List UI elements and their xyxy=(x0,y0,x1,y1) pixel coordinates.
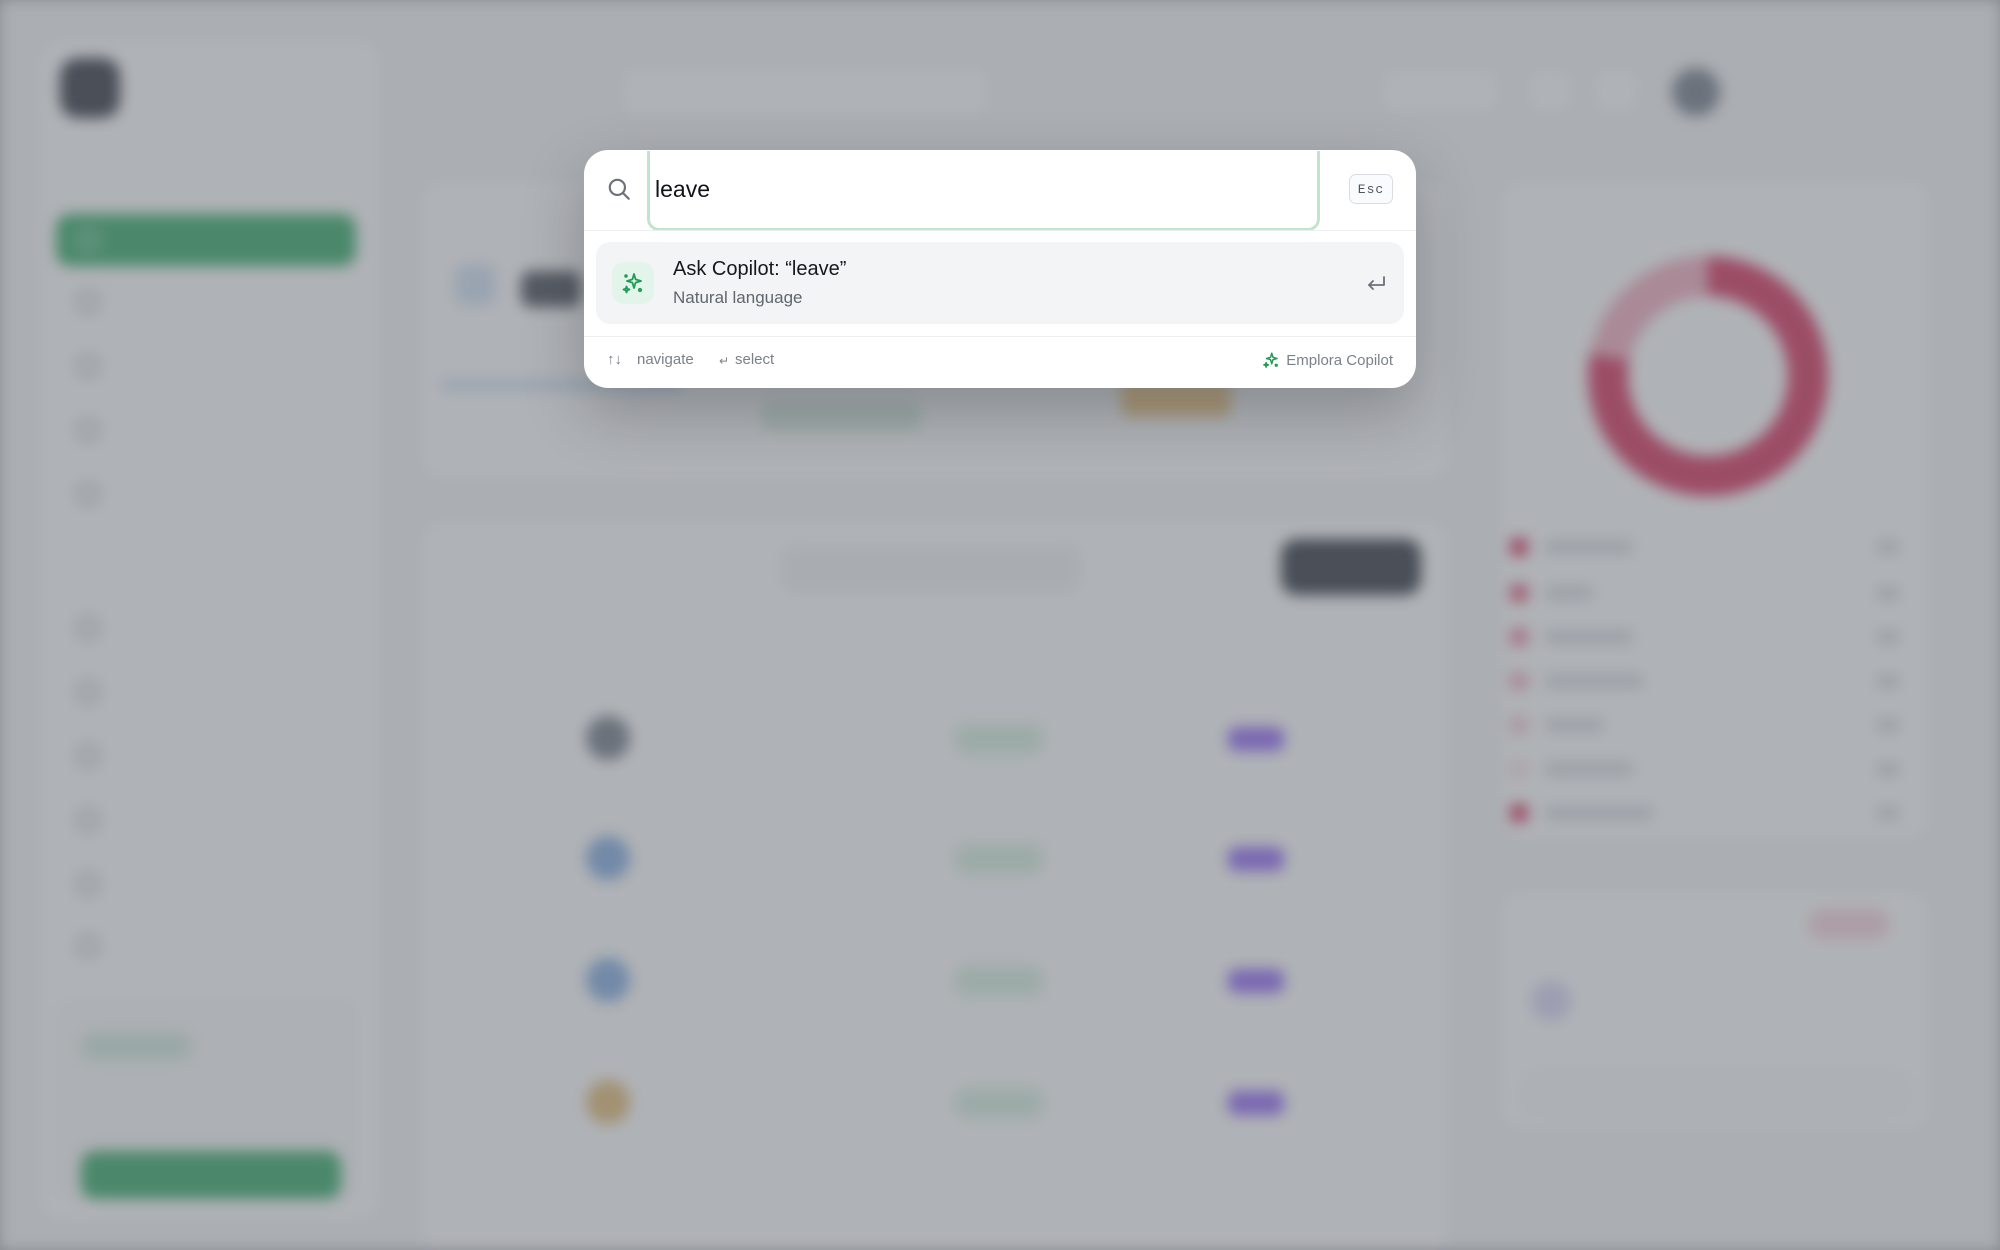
result-ask-copilot[interactable]: Ask Copilot: “leave” Natural language xyxy=(596,242,1404,324)
copilot-brand: Emplora Copilot xyxy=(1262,351,1393,369)
esc-key-hint[interactable]: Esc xyxy=(1349,174,1393,204)
divider xyxy=(584,336,1416,337)
search-icon xyxy=(608,178,630,200)
select-glyph: ↵ xyxy=(719,354,730,368)
copilot-brand-label: Emplora Copilot xyxy=(1286,351,1393,369)
sparkle-icon xyxy=(612,262,654,304)
palette-search-input[interactable] xyxy=(647,151,1320,231)
result-subtitle: Natural language xyxy=(673,288,803,307)
palette-search-row: Esc xyxy=(584,150,1416,231)
divider xyxy=(584,230,1416,231)
command-palette: Esc Ask Copilot: “leave” Natural languag… xyxy=(584,150,1416,388)
select-hint: select xyxy=(735,351,775,368)
result-title: Ask Copilot: “leave” xyxy=(673,258,847,280)
navigate-glyph: ↑↓ xyxy=(607,351,622,368)
sparkle-icon xyxy=(1263,352,1279,368)
navigate-hint: navigate xyxy=(637,351,694,368)
enter-key-icon xyxy=(1368,276,1385,290)
